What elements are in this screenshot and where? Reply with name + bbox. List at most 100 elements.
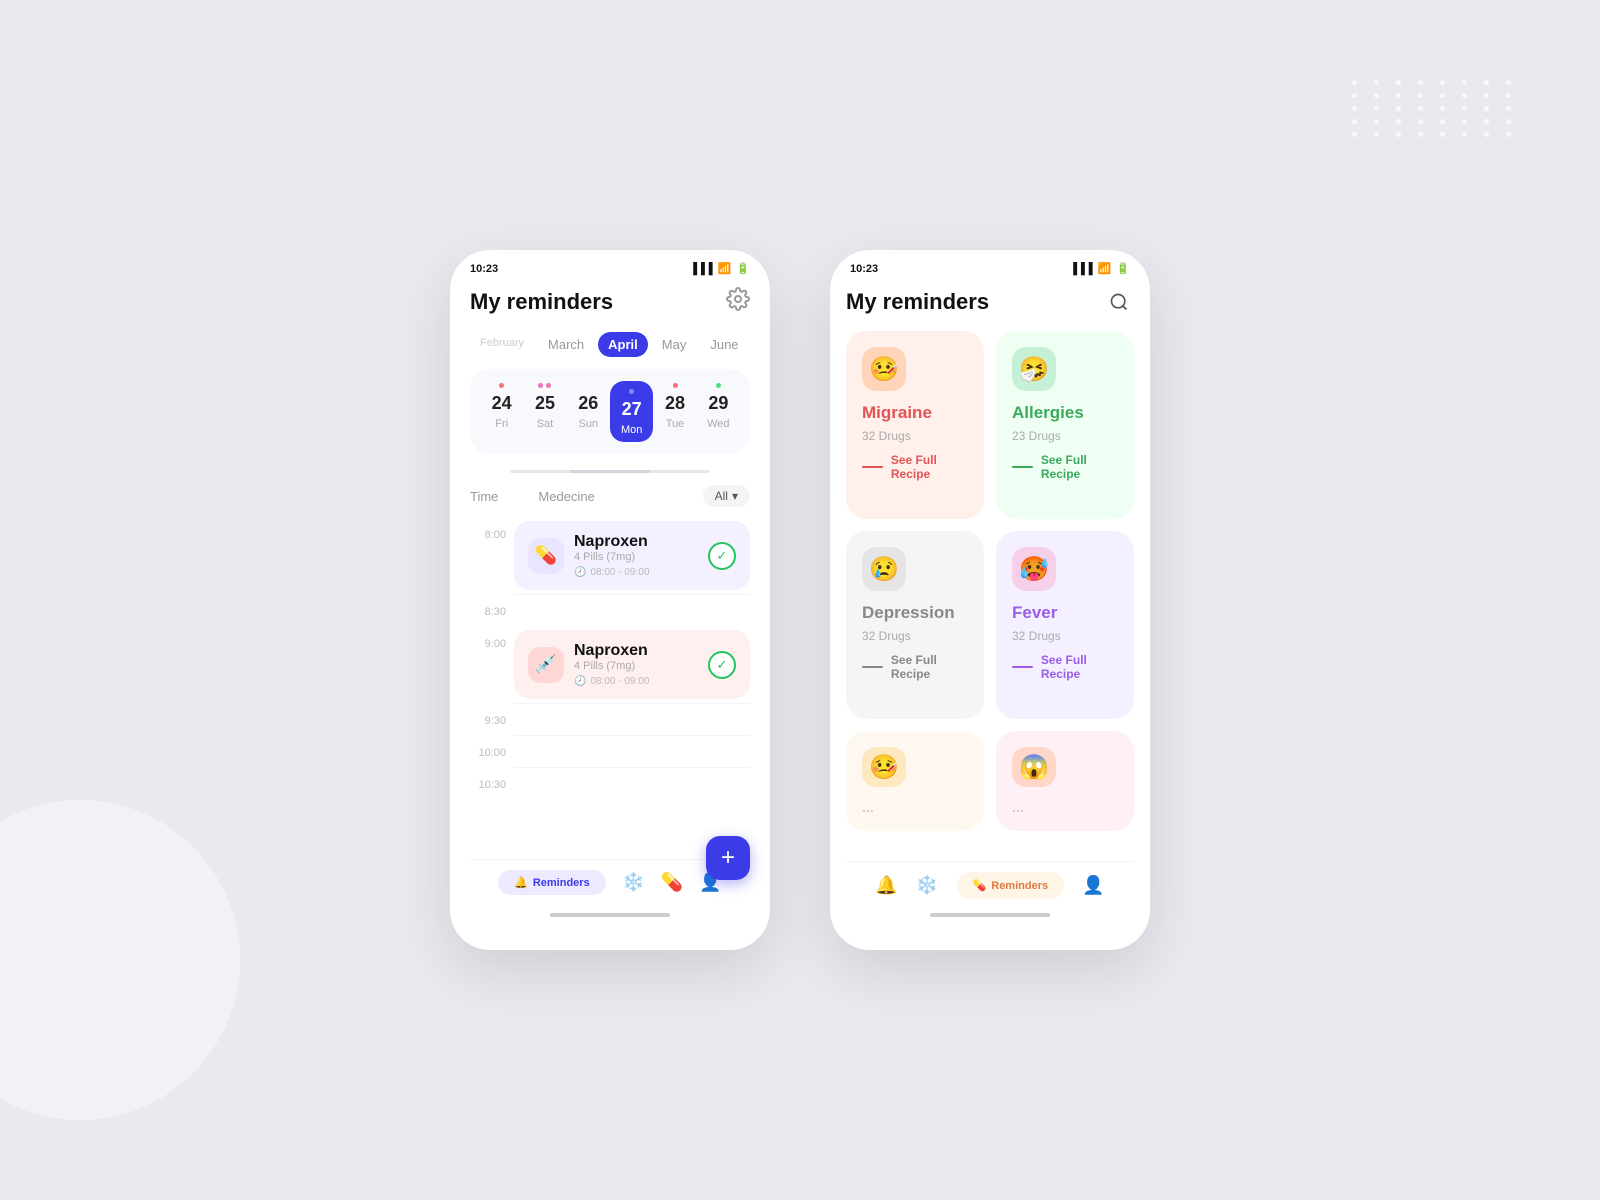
- fever-name: Fever: [1012, 603, 1118, 623]
- date-25[interactable]: 25 Sat: [523, 381, 566, 442]
- home-indicator-left: [550, 913, 670, 917]
- nav-snowflake-right[interactable]: ❄️: [916, 875, 938, 896]
- medicine-card-2[interactable]: 💉 Naproxen 4 Pills (7mg) 🕗 08:00 - 09:00…: [514, 630, 750, 699]
- nav-profile-right[interactable]: 👤: [1082, 875, 1104, 896]
- card6-emoji: 😱: [1012, 747, 1056, 787]
- timeline: 8:00 💊 Naproxen 4 Pills (7mg) 🕗 08:00 - …: [470, 517, 750, 859]
- nav-reminders-right[interactable]: 💊 Reminders: [957, 872, 1065, 899]
- allergies-emoji: 🤧: [1012, 347, 1056, 391]
- migraine-recipe[interactable]: See Full Recipe: [862, 453, 968, 481]
- nav-pill-left[interactable]: 💊: [661, 872, 683, 893]
- date-24[interactable]: 24 Fri: [480, 381, 523, 442]
- snowflake-icon-left: ❄️: [622, 872, 644, 893]
- medicine-card-1[interactable]: 💊 Naproxen 4 Pills (7mg) 🕗 08:00 - 09:00…: [514, 521, 750, 590]
- medicine-icon-1: 💊: [528, 538, 564, 574]
- card6-name: ...: [1012, 799, 1118, 815]
- bell-icon-left: 🔔: [514, 876, 528, 889]
- right-phone: 10:23 ▐▐▐ 📶 🔋 My reminders: [830, 250, 1150, 950]
- search-button[interactable]: [1104, 287, 1134, 317]
- bg-dots-decoration: [1352, 80, 1520, 137]
- date-29[interactable]: 29 Wed: [697, 381, 740, 442]
- condition-card-6[interactable]: 😱 ...: [996, 731, 1134, 831]
- condition-card-5[interactable]: 🤒 ...: [846, 731, 984, 831]
- status-icons-right: ▐▐▐ 📶 🔋: [1069, 262, 1130, 275]
- date-28[interactable]: 28 Tue: [653, 381, 696, 442]
- medicine-time-2: 🕗 08:00 - 09:00: [574, 676, 698, 687]
- date-picker: 24 Fri 25 Sat 26 Sun 27 Mon: [470, 369, 750, 454]
- status-bar-left: 10:23 ▐▐▐ 📶 🔋: [450, 250, 770, 279]
- medicine-dose-1: 4 Pills (7mg): [574, 551, 698, 563]
- phones-container: 10:23 ▐▐▐ 📶 🔋 My reminders Febr: [450, 250, 1150, 950]
- medicine-name-2: Naproxen: [574, 642, 698, 660]
- time-slot-1030: 10:30: [470, 767, 750, 799]
- month-tab-march[interactable]: March: [538, 332, 594, 357]
- medicine-name-1: Naproxen: [574, 533, 698, 551]
- status-time-left: 10:23: [470, 263, 498, 275]
- date-27-selected[interactable]: 27 Mon: [610, 381, 653, 442]
- time-slot-800: 8:00 💊 Naproxen 4 Pills (7mg) 🕗 08:00 - …: [470, 517, 750, 594]
- home-indicator-right: [930, 913, 1050, 917]
- filter-button[interactable]: All ▾: [703, 485, 750, 507]
- table-header: Time Medecine All ▾: [470, 485, 750, 507]
- status-time-right: 10:23: [850, 263, 878, 275]
- condition-card-depression[interactable]: 😢 Depression 32 Drugs See Full Recipe: [846, 531, 984, 719]
- migraine-drugs: 32 Drugs: [862, 429, 968, 443]
- time-slot-930: 9:30: [470, 703, 750, 735]
- medicine-time-1: 🕗 08:00 - 09:00: [574, 567, 698, 578]
- battery-icon: 🔋: [736, 262, 750, 275]
- chevron-icon: ▾: [732, 489, 738, 503]
- month-tab-april[interactable]: April: [598, 332, 648, 357]
- status-bar-right: 10:23 ▐▐▐ 📶 🔋: [830, 250, 1150, 279]
- pill-icon-left: 💊: [661, 872, 683, 893]
- right-bottom-nav: 🔔 ❄️ 💊 Reminders 👤: [846, 861, 1134, 909]
- condition-card-migraine[interactable]: 🤒 Migraine 32 Drugs See Full Recipe: [846, 331, 984, 519]
- migraine-name: Migraine: [862, 403, 968, 423]
- medicine-dose-2: 4 Pills (7mg): [574, 660, 698, 672]
- profile-icon-right: 👤: [1082, 875, 1104, 896]
- migraine-emoji: 🤒: [862, 347, 906, 391]
- check-button-1[interactable]: ✓: [708, 542, 736, 570]
- wifi-icon-right: 📶: [1098, 262, 1112, 275]
- card5-name: ...: [862, 799, 968, 815]
- conditions-grid: 🤒 Migraine 32 Drugs See Full Recipe 🤧 Al…: [846, 331, 1134, 853]
- battery-icon-right: 🔋: [1116, 262, 1130, 275]
- time-slot-1000: 10:00: [470, 735, 750, 767]
- nav-reminders-left[interactable]: 🔔 Reminders: [498, 870, 606, 895]
- month-tab-may[interactable]: May: [652, 332, 697, 357]
- time-slot-900: 9:00 💉 Naproxen 4 Pills (7mg) 🕗 08:00 - …: [470, 626, 750, 703]
- fever-recipe[interactable]: See Full Recipe: [1012, 653, 1118, 681]
- month-tab-february[interactable]: February: [470, 332, 534, 357]
- left-header: My reminders: [470, 287, 750, 316]
- bell-icon-right: 🔔: [875, 875, 897, 896]
- allergies-recipe[interactable]: See Full Recipe: [1012, 453, 1118, 481]
- check-button-2[interactable]: ✓: [708, 651, 736, 679]
- bg-decoration-left: [0, 800, 240, 1120]
- date-26[interactable]: 26 Sun: [567, 381, 610, 442]
- month-tab-june[interactable]: June: [700, 332, 748, 357]
- fever-drugs: 32 Drugs: [1012, 629, 1118, 643]
- condition-card-allergies[interactable]: 🤧 Allergies 23 Drugs See Full Recipe: [996, 331, 1134, 519]
- add-reminder-button[interactable]: +: [706, 836, 750, 880]
- snowflake-icon-right: ❄️: [916, 875, 938, 896]
- allergies-name: Allergies: [1012, 403, 1118, 423]
- col-time: Time: [470, 489, 498, 504]
- medicine-icon-2: 💉: [528, 647, 564, 683]
- signal-icon: ▐▐▐: [689, 263, 712, 275]
- depression-emoji: 😢: [862, 547, 906, 591]
- depression-name: Depression: [862, 603, 968, 623]
- depression-drugs: 32 Drugs: [862, 629, 968, 643]
- settings-button[interactable]: [726, 287, 750, 316]
- nav-bell-right[interactable]: 🔔: [875, 875, 897, 896]
- scroll-indicator: [510, 470, 710, 473]
- right-header: My reminders: [846, 287, 1134, 317]
- card5-emoji: 🤒: [862, 747, 906, 787]
- left-page-title: My reminders: [470, 289, 613, 315]
- left-phone: 10:23 ▐▐▐ 📶 🔋 My reminders Febr: [450, 250, 770, 950]
- month-tabs: February March April May June July Aug..…: [470, 332, 750, 357]
- condition-card-fever[interactable]: 🥵 Fever 32 Drugs See Full Recipe: [996, 531, 1134, 719]
- signal-icon-right: ▐▐▐: [1069, 263, 1092, 275]
- nav-snowflake-left[interactable]: ❄️: [622, 872, 644, 893]
- fever-emoji: 🥵: [1012, 547, 1056, 591]
- col-medicine: Medecine: [538, 489, 594, 504]
- depression-recipe[interactable]: See Full Recipe: [862, 653, 968, 681]
